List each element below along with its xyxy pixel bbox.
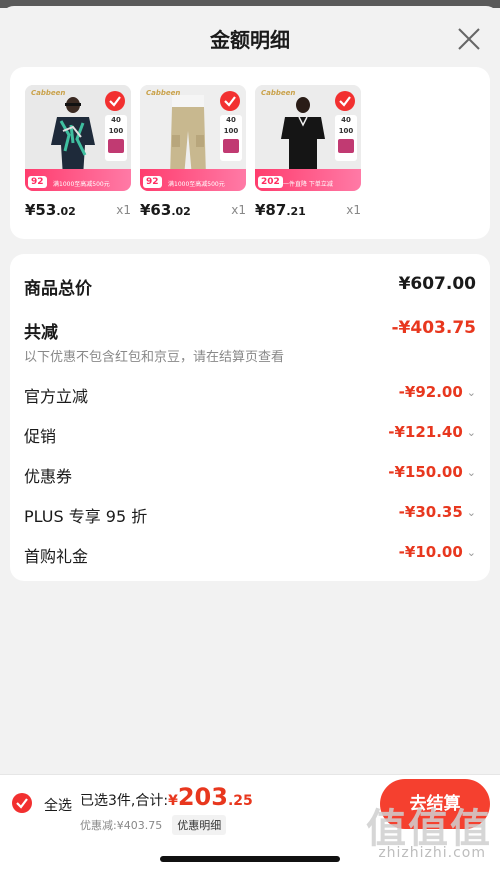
- product-item[interactable]: Cabbeen 40 100 92 满1000至高减500元 ¥63.02 x1: [140, 85, 246, 219]
- product-item[interactable]: Cabbeen 40 100 202 一件直降 下单立减 ¥87.21 x1: [255, 85, 361, 219]
- total-value: ¥607.00: [398, 274, 476, 294]
- size-tag: 40 100: [335, 115, 357, 161]
- price-badge: 202 一件直降 下单立减: [255, 169, 361, 191]
- savings-line: 优惠减:¥403.75 优惠明细: [80, 815, 227, 835]
- product-image[interactable]: Cabbeen 40 100 202 一件直降 下单立减: [255, 85, 361, 191]
- sheet-header: 金额明细: [0, 6, 500, 64]
- discount-value: -¥30.35 ⌄: [398, 503, 476, 521]
- chevron-down-icon[interactable]: ⌄: [467, 546, 476, 559]
- price-summary-card: 商品总价 ¥607.00 共减 -¥403.75 以下优惠不包含红包和京豆，请在…: [10, 254, 490, 581]
- selected-check-icon[interactable]: [220, 91, 240, 111]
- watermark-url: zhizhizhi.com: [378, 845, 486, 861]
- selected-check-icon[interactable]: [335, 91, 355, 111]
- product-quantity: x1: [346, 203, 361, 217]
- discount-label: PLUS 专享 95 折: [24, 507, 148, 526]
- products-card: Cabbeen 40 100 92 满1000至高减500元 ¥53.02 x1…: [10, 67, 490, 239]
- product-price: ¥87.21: [255, 201, 306, 219]
- product-quantity: x1: [231, 203, 246, 217]
- reduce-value: -¥403.75: [391, 318, 477, 338]
- product-quantity: x1: [116, 203, 131, 217]
- reduce-label: 共减: [24, 323, 58, 343]
- discount-note: 以下优惠不包含红包和京豆，请在结算页查看: [24, 350, 285, 365]
- price-badge: 92 满1000至高减500元: [25, 169, 131, 191]
- product-photo: [170, 95, 206, 177]
- selected-check-icon[interactable]: [105, 91, 125, 111]
- discount-value: -¥10.00 ⌄: [398, 543, 476, 561]
- size-tag: 40 100: [220, 115, 242, 161]
- discount-label: 促销: [24, 427, 57, 446]
- total-summary: 已选3件,合计:¥203.25: [80, 783, 253, 811]
- product-image[interactable]: Cabbeen 40 100 92 满1000至高减500元: [140, 85, 246, 191]
- chevron-down-icon[interactable]: ⌄: [467, 506, 476, 519]
- product-image[interactable]: Cabbeen 40 100 92 满1000至高减500元: [25, 85, 131, 191]
- price-badge: 92 满1000至高减500元: [140, 169, 246, 191]
- size-tag: 40 100: [105, 115, 127, 161]
- total-label: 商品总价: [24, 279, 92, 299]
- product-price: ¥63.02: [140, 201, 191, 219]
- discount-value: -¥92.00 ⌄: [398, 383, 476, 401]
- discount-label: 优惠券: [24, 467, 73, 486]
- discount-detail-button[interactable]: 优惠明细: [172, 815, 227, 835]
- discount-label: 官方立减: [24, 387, 89, 406]
- discount-value: -¥121.40 ⌄: [388, 423, 476, 441]
- chevron-down-icon[interactable]: ⌄: [467, 426, 476, 439]
- page-title: 金额明细: [210, 28, 290, 52]
- product-price: ¥53.02: [25, 201, 76, 219]
- discount-value: -¥150.00 ⌄: [388, 463, 476, 481]
- chevron-down-icon[interactable]: ⌄: [467, 386, 476, 399]
- discount-label: 首购礼金: [24, 547, 89, 566]
- select-all-check-icon[interactable]: [12, 793, 32, 813]
- product-photo: [51, 97, 95, 177]
- select-all-label[interactable]: 全选: [44, 795, 72, 815]
- product-item[interactable]: Cabbeen 40 100 92 满1000至高减500元 ¥53.02 x1: [25, 85, 131, 219]
- home-indicator: [160, 856, 340, 862]
- close-icon[interactable]: [456, 26, 482, 52]
- chevron-down-icon[interactable]: ⌄: [467, 466, 476, 479]
- product-photo: [281, 97, 325, 177]
